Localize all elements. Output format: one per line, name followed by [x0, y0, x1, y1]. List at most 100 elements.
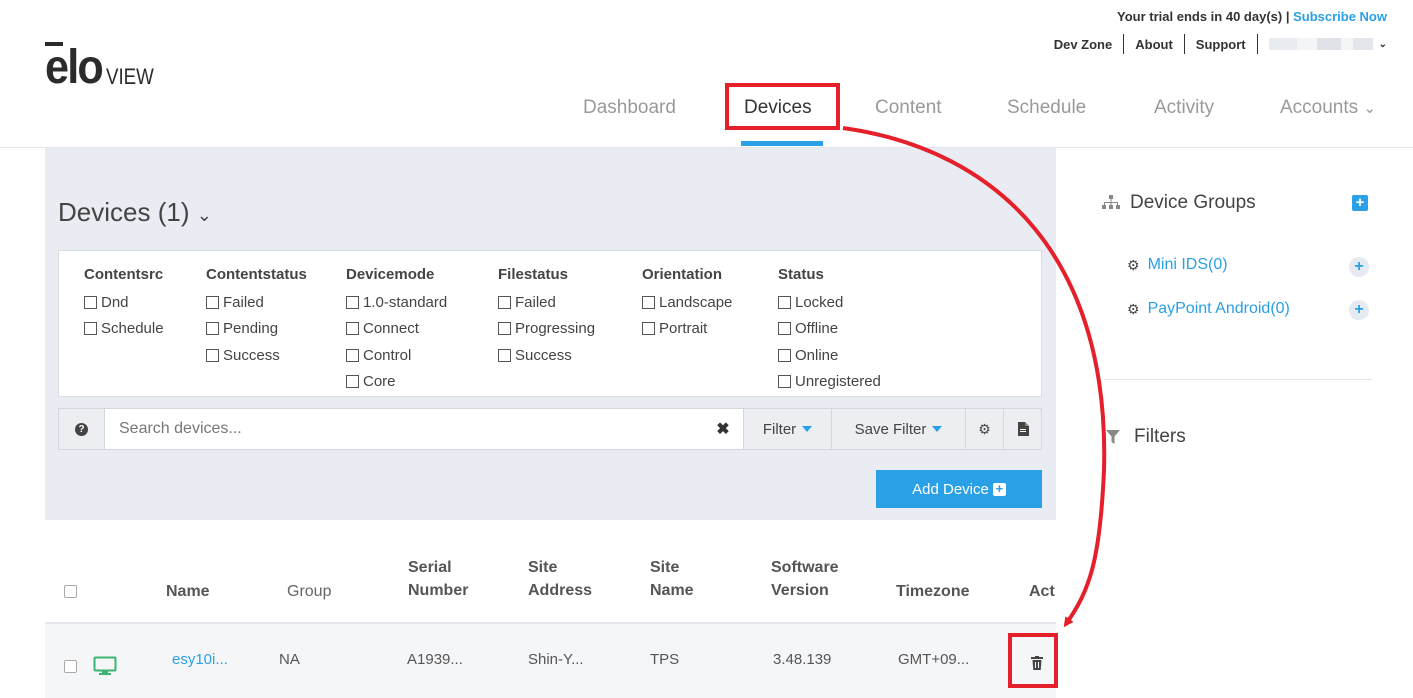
row-checkbox[interactable] — [64, 660, 77, 673]
trial-notice: Your trial ends in 40 day(s) | Subscribe… — [1117, 9, 1387, 24]
column-header-site-name[interactable]: Site Name — [650, 556, 694, 602]
device-serial: A1939... — [407, 651, 463, 668]
search-input[interactable] — [105, 409, 703, 449]
add-device-button[interactable]: Add Device + — [876, 470, 1042, 508]
filter-option[interactable]: Landscape — [642, 289, 732, 316]
monitor-icon — [93, 656, 117, 681]
nav-accounts[interactable]: Accounts ⌄ — [1280, 97, 1376, 119]
column-header-site-address[interactable]: Site Address — [528, 556, 592, 602]
add-group-button[interactable]: + — [1352, 195, 1368, 211]
device-site-name: TPS — [650, 651, 680, 668]
checkbox[interactable] — [206, 348, 219, 362]
checkbox[interactable] — [84, 295, 97, 309]
column-header-group[interactable]: Group — [287, 580, 331, 603]
funnel-icon — [1106, 430, 1120, 444]
checkbox[interactable] — [778, 295, 791, 309]
column-header-name[interactable]: Name — [166, 580, 210, 603]
checkbox[interactable] — [642, 295, 655, 309]
subscribe-now-link[interactable]: Subscribe Now — [1293, 9, 1387, 24]
divider — [1256, 34, 1258, 54]
column-header-timezone[interactable]: Timezone — [896, 580, 970, 603]
group-item-mini-ids[interactable]: ⚙ Mini IDS(0) — [1127, 256, 1228, 274]
gear-icon[interactable]: ⚙ — [1127, 301, 1140, 318]
user-menu[interactable]: ⌄ — [1268, 38, 1387, 50]
checkbox[interactable] — [346, 322, 359, 336]
nav-activity[interactable]: Activity — [1154, 97, 1214, 119]
checkbox[interactable] — [498, 322, 511, 336]
column-header-serial-number[interactable]: Serial Number — [408, 556, 468, 602]
filter-option[interactable]: Unregistered — [778, 369, 881, 396]
support-link[interactable]: Support — [1196, 37, 1246, 52]
filter-option[interactable]: Offline — [778, 316, 881, 343]
help-button[interactable]: ? — [59, 409, 105, 449]
checkbox[interactable] — [206, 322, 219, 336]
redacted-username — [1296, 38, 1317, 50]
filter-option[interactable]: Control — [346, 342, 447, 369]
sidebar-divider — [1104, 379, 1372, 380]
caret-down-icon — [802, 426, 813, 432]
device-site-address: Shin-Y... — [528, 651, 584, 668]
device-name-link[interactable]: esy10i... — [172, 651, 228, 668]
filter-option[interactable]: Online — [778, 342, 881, 369]
checkbox[interactable] — [778, 348, 791, 362]
elo-view-logo[interactable]: elo VIEW — [45, 42, 163, 92]
devices-title[interactable]: Devices (1) ⌄ — [58, 197, 212, 228]
checkbox[interactable] — [778, 375, 791, 389]
checkbox[interactable] — [346, 295, 359, 309]
filter-option[interactable]: Pending — [206, 316, 307, 343]
column-header-actions: Act — [1029, 583, 1055, 600]
divider — [1123, 34, 1125, 54]
search-toolbar: ? ✖ Filter Save Filter ⚙ — [58, 408, 1042, 450]
column-header-software-version[interactable]: Software Version — [771, 556, 839, 602]
redacted-username — [1352, 38, 1373, 50]
filter-heading: Contentstatus — [206, 266, 307, 283]
filter-option[interactable]: Failed — [498, 289, 595, 316]
checkbox[interactable] — [642, 322, 655, 336]
gear-icon[interactable]: ⚙ — [1127, 257, 1140, 274]
help-icon: ? — [75, 422, 88, 436]
redacted-username — [1316, 38, 1341, 50]
filter-option[interactable]: Connect — [346, 316, 447, 343]
checkbox[interactable] — [206, 295, 219, 309]
dev-zone-link[interactable]: Dev Zone — [1054, 37, 1113, 52]
sitemap-icon — [1102, 195, 1120, 211]
chevron-down-icon: ⌄ — [196, 205, 212, 225]
filter-option[interactable]: Success — [206, 342, 307, 369]
filter-option[interactable]: Schedule — [84, 316, 164, 343]
nav-schedule[interactable]: Schedule — [1007, 97, 1086, 119]
document-icon[interactable] — [1003, 409, 1041, 449]
checkbox[interactable] — [778, 322, 791, 336]
checkbox[interactable] — [498, 295, 511, 309]
logo-sub: VIEW — [106, 64, 155, 89]
filter-option[interactable]: Portrait — [642, 316, 732, 343]
nav-dashboard[interactable]: Dashboard — [583, 97, 676, 119]
filter-option[interactable]: Core — [346, 369, 447, 396]
group-item-paypoint-android[interactable]: ⚙ PayPoint Android(0) — [1127, 300, 1290, 318]
top-links: Dev Zone About Support ⌄ — [1054, 34, 1387, 54]
select-all-checkbox[interactable] — [64, 585, 77, 598]
filter-dropdown[interactable]: Filter — [743, 409, 831, 449]
filter-option[interactable]: Failed — [206, 289, 307, 316]
plus-icon: + — [992, 482, 1006, 496]
filter-option[interactable]: Success — [498, 342, 595, 369]
checkbox[interactable] — [346, 348, 359, 362]
trial-text: Your trial ends in 40 day(s) | — [1117, 9, 1294, 24]
filter-option[interactable]: Dnd — [84, 289, 164, 316]
filter-option[interactable]: Locked — [778, 289, 881, 316]
filters-title[interactable]: Filters — [1106, 426, 1186, 448]
filter-option[interactable]: Progressing — [498, 316, 595, 343]
filter-heading: Devicemode — [346, 266, 435, 283]
filter-heading: Status — [778, 266, 824, 283]
checkbox[interactable] — [498, 348, 511, 362]
checkbox[interactable] — [84, 322, 97, 336]
nav-content[interactable]: Content — [875, 97, 942, 119]
about-link[interactable]: About — [1135, 37, 1173, 52]
save-filter-dropdown[interactable]: Save Filter — [831, 409, 965, 449]
checkbox[interactable] — [346, 375, 359, 389]
active-tab-indicator — [741, 141, 823, 146]
add-to-group-button[interactable]: + — [1349, 300, 1369, 320]
add-to-group-button[interactable]: + — [1349, 257, 1369, 277]
filter-option[interactable]: 1.0-standard — [346, 289, 447, 316]
clear-icon[interactable]: ✖ — [703, 409, 743, 449]
gear-icon[interactable]: ⚙ — [965, 409, 1003, 449]
